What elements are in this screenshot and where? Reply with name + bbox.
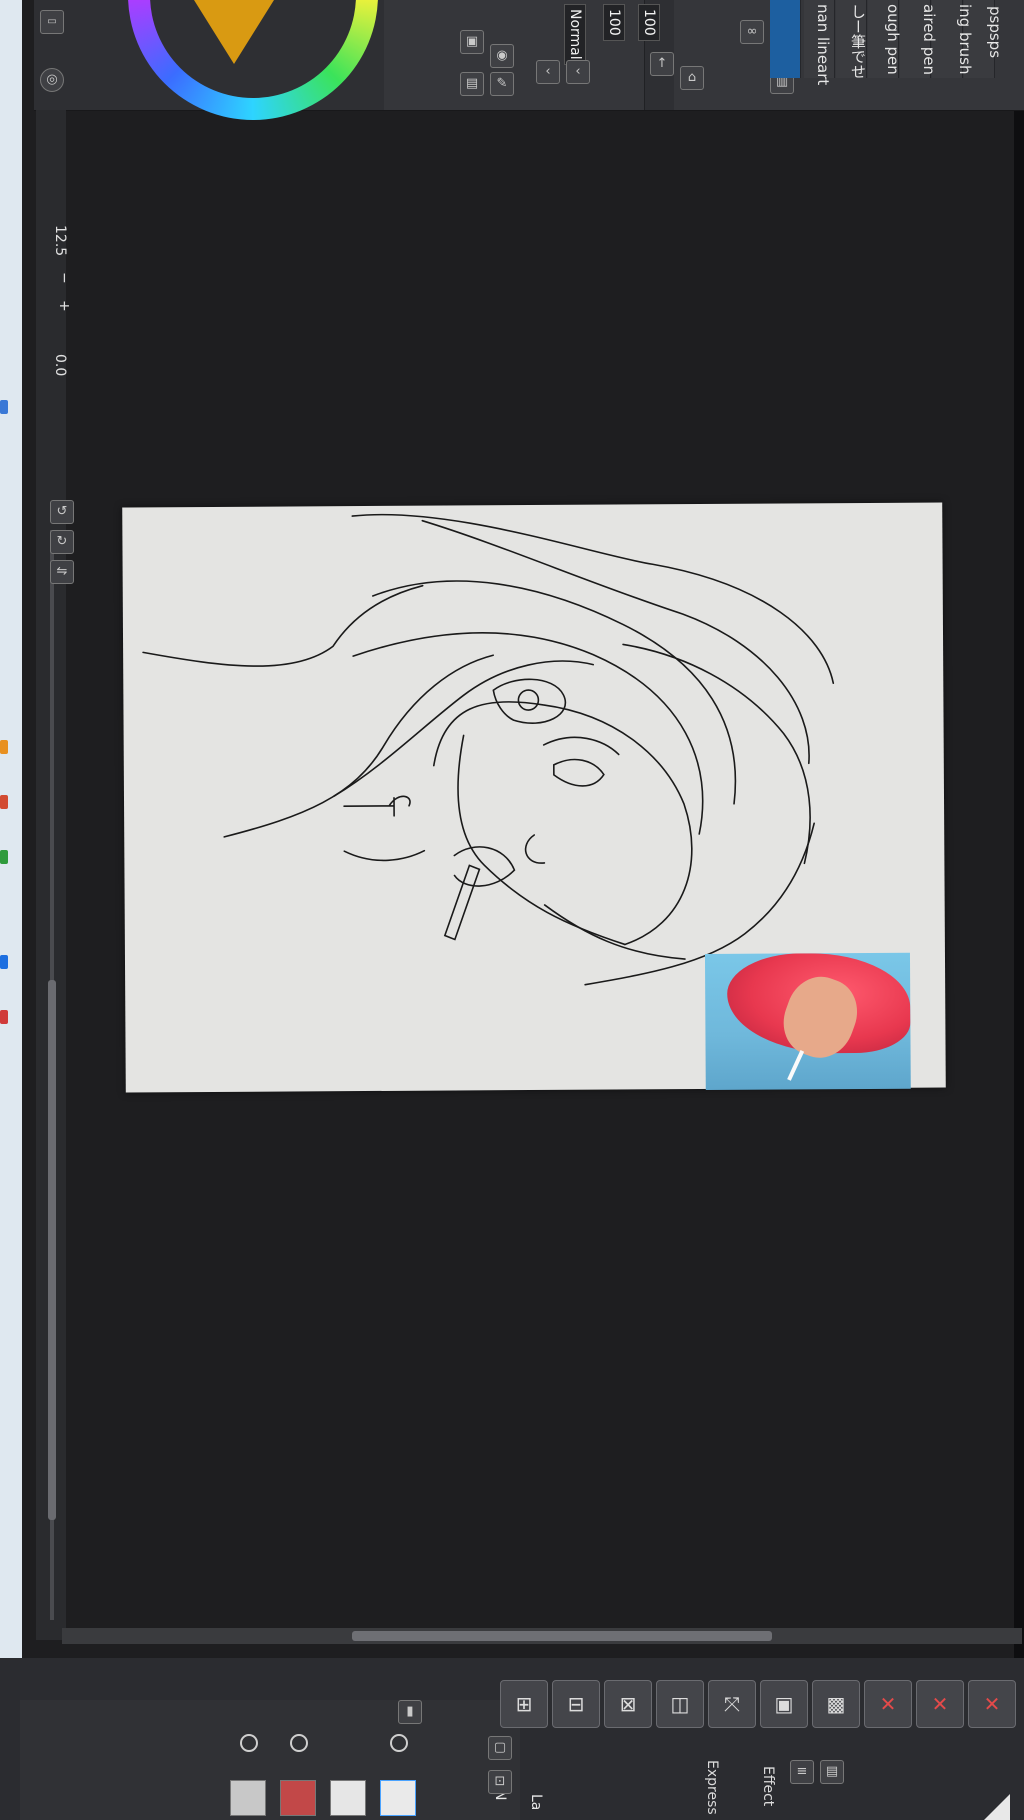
monitor-bezel: [1014, 0, 1024, 1820]
drawing-canvas[interactable]: [122, 502, 946, 1093]
gauge-icon[interactable]: ◉: [490, 44, 514, 68]
arrow-up-icon[interactable]: ↑: [650, 52, 674, 76]
layer-thumbnail-selected[interactable]: [380, 1780, 416, 1816]
eye-icon[interactable]: [290, 1734, 308, 1752]
layer-thumbnail[interactable]: [330, 1780, 366, 1816]
eyebrow: [542, 736, 620, 756]
hair-stroke: [223, 654, 494, 838]
hair-flow: [622, 643, 811, 865]
taskbar-app-icon[interactable]: [0, 1010, 8, 1024]
nose: [524, 834, 546, 864]
remove-button[interactable]: ✕: [968, 1680, 1016, 1728]
horizontal-scroll-thumb[interactable]: [352, 1631, 772, 1641]
list-icon[interactable]: ≡: [790, 1760, 814, 1784]
brush-label: aired pen: [920, 4, 938, 75]
layer-settings-icon[interactable]: ▣: [460, 30, 484, 54]
menu-icon[interactable]: ▭: [40, 10, 64, 34]
zoom-in-button[interactable]: +: [56, 300, 72, 312]
face-outline: [433, 701, 693, 946]
desktop-taskbar: [0, 0, 22, 1820]
reference-image[interactable]: [704, 952, 911, 1090]
taskbar-app-icon[interactable]: [0, 955, 8, 969]
pin-icon[interactable]: ▮: [398, 1700, 422, 1724]
taskbar-app-icon[interactable]: [0, 400, 8, 414]
flip-icon[interactable]: ⇋: [50, 560, 74, 584]
brush-label: pspsps: [986, 6, 1004, 59]
taskbar-app-icon[interactable]: [0, 795, 8, 809]
brush-item-selected[interactable]: [770, 0, 801, 78]
corner-arrow-icon[interactable]: [984, 1794, 1010, 1820]
hair-stroke: [352, 632, 704, 835]
ref-cigarette: [787, 1050, 805, 1081]
clipboard-icon[interactable]: ▤: [820, 1760, 844, 1784]
delete-layer-button[interactable]: ✕: [864, 1680, 912, 1728]
zoom-value[interactable]: 12.5: [52, 225, 68, 256]
rotate-left-icon[interactable]: ↺: [50, 500, 74, 524]
chevron-down-icon[interactable]: ‹: [566, 60, 590, 84]
taskbar-app-icon[interactable]: [0, 740, 8, 754]
layer-thumbnail[interactable]: [230, 1780, 266, 1816]
new-folder-button[interactable]: ⊟: [552, 1680, 600, 1728]
new-raster-layer-button[interactable]: ⊞: [500, 1680, 548, 1728]
cigarette: [443, 864, 481, 941]
earring: [343, 795, 411, 817]
opacity-field[interactable]: 100: [638, 4, 660, 41]
link-icon[interactable]: ∞: [740, 20, 764, 44]
eye-icon[interactable]: [390, 1734, 408, 1752]
taskbar-app-icon[interactable]: [0, 850, 8, 864]
layer-panel-label: La: [528, 1794, 544, 1811]
horizontal-scrollbar[interactable]: [62, 1628, 1022, 1644]
fill-button[interactable]: ▩: [812, 1680, 860, 1728]
brush-tip-icon[interactable]: ⌂: [680, 66, 704, 90]
opacity-field-2[interactable]: 100: [603, 4, 625, 41]
eye: [552, 758, 605, 787]
rotate-right-icon[interactable]: ↻: [50, 530, 74, 554]
ear-ring: [517, 689, 540, 711]
new-layer-icon[interactable]: ▢: [488, 1736, 512, 1760]
settings-icon[interactable]: ◎: [40, 68, 64, 92]
lock-icon[interactable]: ⊡: [488, 1770, 512, 1794]
brush-label: しー筆でせ: [849, 4, 867, 79]
zoom-out-button[interactable]: −: [56, 272, 72, 284]
hair-flow: [543, 904, 686, 960]
blend-mode-select[interactable]: Normal: [564, 4, 586, 65]
neck-stroke: [343, 849, 426, 862]
brush-label: nan lineart: [814, 4, 832, 86]
face-outline: [457, 734, 626, 946]
brush-label: ing brush: [956, 4, 974, 75]
effect-label: Effect: [760, 1766, 776, 1807]
navigator-strip: [36, 110, 66, 1640]
expression-color-label: Express: [704, 1760, 720, 1815]
transform-button[interactable]: ⤧: [708, 1680, 756, 1728]
brush-label: ough pen: [884, 4, 902, 75]
hair-stroke: [142, 584, 424, 667]
layer-thumbnail-photo[interactable]: [280, 1780, 316, 1816]
color-triangle[interactable]: [194, 0, 274, 64]
chevron-down-icon[interactable]: ‹: [536, 60, 560, 84]
wrench-icon[interactable]: ✎: [490, 72, 514, 96]
clip-button[interactable]: ▣: [760, 1680, 808, 1728]
eye-icon[interactable]: [240, 1734, 258, 1752]
layer-mask-button[interactable]: ⊠: [604, 1680, 652, 1728]
clear-layer-button[interactable]: ✕: [916, 1680, 964, 1728]
rotation-value[interactable]: 0.0: [52, 354, 68, 376]
vertical-scroll-thumb[interactable]: [48, 980, 56, 1520]
layer-icon[interactable]: ▤: [460, 72, 484, 96]
merge-down-button[interactable]: ◫: [656, 1680, 704, 1728]
layer-list: [20, 1700, 520, 1820]
